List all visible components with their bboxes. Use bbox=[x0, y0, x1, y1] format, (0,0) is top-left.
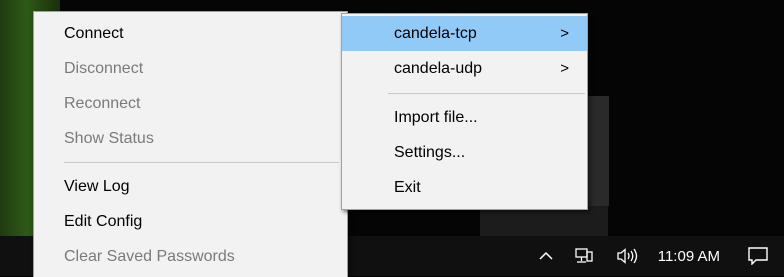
submenu-item-settings[interactable]: Settings... bbox=[342, 135, 587, 170]
chevron-up-icon bbox=[539, 251, 553, 260]
submenu-item-label: Settings... bbox=[394, 143, 466, 161]
submenu-item-label: candela-tcp bbox=[394, 24, 477, 42]
menu-item-view-log[interactable]: View Log bbox=[34, 169, 347, 204]
menu-item-show-status[interactable]: Show Status bbox=[34, 121, 347, 156]
menu-item-label: View Log bbox=[64, 177, 130, 195]
system-tray: 11:09 AM bbox=[528, 236, 784, 276]
submenu-item-import-file[interactable]: Import file... bbox=[342, 100, 587, 135]
background-window-edge bbox=[585, 96, 609, 206]
menu-item-label: Clear Saved Passwords bbox=[64, 247, 235, 265]
submenu-item-label: Import file... bbox=[394, 108, 478, 126]
submenu-item-exit[interactable]: Exit bbox=[342, 170, 587, 205]
menu-item-label: Edit Config bbox=[64, 212, 143, 230]
submenu-item-label: candela-udp bbox=[394, 59, 483, 77]
menu-separator bbox=[64, 162, 339, 163]
menu-item-label: Show Status bbox=[64, 129, 154, 147]
tray-context-menu: Connect Disconnect Reconnect Show Status… bbox=[33, 11, 348, 277]
chevron-right-icon: > bbox=[560, 60, 569, 77]
menu-item-disconnect[interactable]: Disconnect bbox=[34, 51, 347, 86]
menu-item-label: Connect bbox=[64, 24, 124, 42]
menu-separator bbox=[388, 93, 585, 94]
menu-item-label: Reconnect bbox=[64, 94, 141, 112]
menu-item-edit-config[interactable]: Edit Config bbox=[34, 204, 347, 239]
notification-icon[interactable] bbox=[732, 236, 784, 276]
menu-item-label: Disconnect bbox=[64, 59, 144, 77]
menu-item-reconnect[interactable]: Reconnect bbox=[34, 86, 347, 121]
volume-icon[interactable] bbox=[604, 236, 652, 276]
menu-item-connect[interactable]: Connect bbox=[34, 16, 347, 51]
submenu-item-label: Exit bbox=[394, 178, 421, 196]
show-hidden-icons-chevron-icon[interactable] bbox=[528, 236, 564, 276]
submenu-item-candela-tcp[interactable]: candela-tcp > bbox=[342, 16, 587, 51]
network-icon[interactable] bbox=[564, 236, 604, 276]
connection-submenu: candela-tcp > candela-udp > Import file.… bbox=[341, 13, 588, 210]
clock[interactable]: 11:09 AM bbox=[652, 236, 732, 276]
menu-item-clear-saved-passwords[interactable]: Clear Saved Passwords bbox=[34, 239, 347, 274]
chevron-right-icon: > bbox=[560, 25, 569, 42]
submenu-item-candela-udp[interactable]: candela-udp > bbox=[342, 51, 587, 86]
